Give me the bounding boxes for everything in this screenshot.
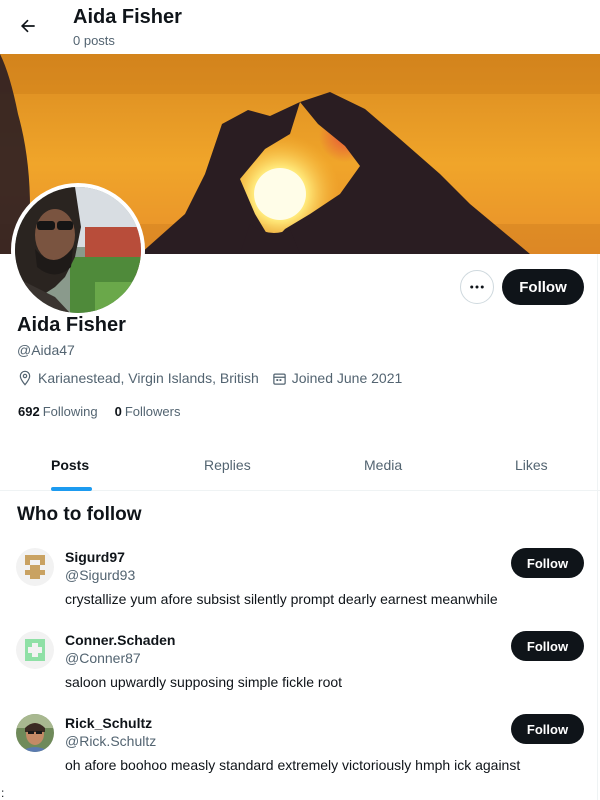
top-bar: Aida Fisher 0 posts bbox=[0, 0, 600, 54]
follow-button[interactable]: Follow bbox=[511, 548, 584, 578]
suggestion-bio: oh afore boohoo measly standard extremel… bbox=[65, 757, 521, 773]
calendar-icon bbox=[273, 373, 286, 385]
joined-item: Joined June 2021 bbox=[272, 370, 403, 386]
suggestion-name[interactable]: Sigurd97 bbox=[65, 549, 125, 565]
suggestion-handle: @Conner87 bbox=[65, 650, 141, 666]
profile-avatar[interactable] bbox=[11, 183, 145, 317]
more-options-button[interactable] bbox=[460, 270, 494, 304]
followers-count: 0 bbox=[114, 404, 122, 419]
following-label: Following bbox=[42, 404, 98, 419]
tab-posts[interactable]: Posts bbox=[51, 457, 89, 473]
avatar[interactable] bbox=[16, 631, 54, 669]
follow-stats: 692 Following 0 Followers bbox=[18, 404, 197, 419]
suggestion-bio: crystallize yum afore subsist silently p… bbox=[65, 591, 498, 607]
followers-label: Followers bbox=[124, 404, 181, 419]
stray-text: : bbox=[1, 786, 5, 800]
page-title: Aida Fisher bbox=[73, 6, 182, 28]
location-text: Karianestead, Virgin Islands, British bbox=[38, 370, 259, 386]
who-to-follow-title: Who to follow bbox=[17, 504, 142, 525]
profile-handle: @Aida47 bbox=[17, 342, 75, 358]
avatar[interactable] bbox=[16, 714, 54, 752]
suggestion-handle: @Sigurd93 bbox=[65, 567, 136, 583]
suggestion-name[interactable]: Conner.Schaden bbox=[65, 632, 175, 648]
following-link[interactable]: 692 Following bbox=[18, 404, 98, 419]
suggestion-name[interactable]: Rick_Schultz bbox=[65, 715, 152, 731]
following-count: 692 bbox=[18, 404, 40, 419]
post-count: 0 posts bbox=[73, 33, 115, 48]
suggestion-handle: @Rick.Schultz bbox=[65, 733, 157, 749]
follow-button[interactable]: Follow bbox=[511, 714, 584, 744]
followers-link[interactable]: 0 Followers bbox=[115, 404, 181, 419]
profile-name: Aida Fisher bbox=[17, 314, 126, 336]
suggestion-item[interactable]: Rick_Schultz @Rick.Schultz oh afore booh… bbox=[0, 714, 600, 797]
more-horizontal-icon bbox=[470, 285, 484, 289]
joined-text: Joined June 2021 bbox=[291, 370, 403, 386]
back-button[interactable] bbox=[14, 12, 42, 40]
arrow-left-icon bbox=[20, 19, 35, 33]
suggestion-item[interactable]: Sigurd97 @Sigurd93 crystallize yum afore… bbox=[0, 548, 600, 631]
tab-media[interactable]: Media bbox=[364, 457, 402, 473]
follow-button[interactable]: Follow bbox=[502, 269, 584, 305]
location-item: Karianestead, Virgin Islands, British bbox=[17, 370, 259, 386]
avatar[interactable] bbox=[16, 548, 54, 586]
profile-meta: Karianestead, Virgin Islands, British Jo… bbox=[17, 370, 415, 386]
suggestion-bio: saloon upwardly supposing simple fickle … bbox=[65, 674, 343, 690]
tab-likes[interactable]: Likes bbox=[515, 457, 548, 473]
follow-button[interactable]: Follow bbox=[511, 631, 584, 661]
active-tab-indicator bbox=[51, 487, 92, 491]
location-pin-icon bbox=[19, 370, 31, 386]
tab-replies[interactable]: Replies bbox=[204, 457, 251, 473]
suggestion-item[interactable]: Conner.Schaden @Conner87 saloon upwardly… bbox=[0, 631, 600, 714]
profile-tabs: Posts Replies Media Likes bbox=[0, 440, 600, 491]
